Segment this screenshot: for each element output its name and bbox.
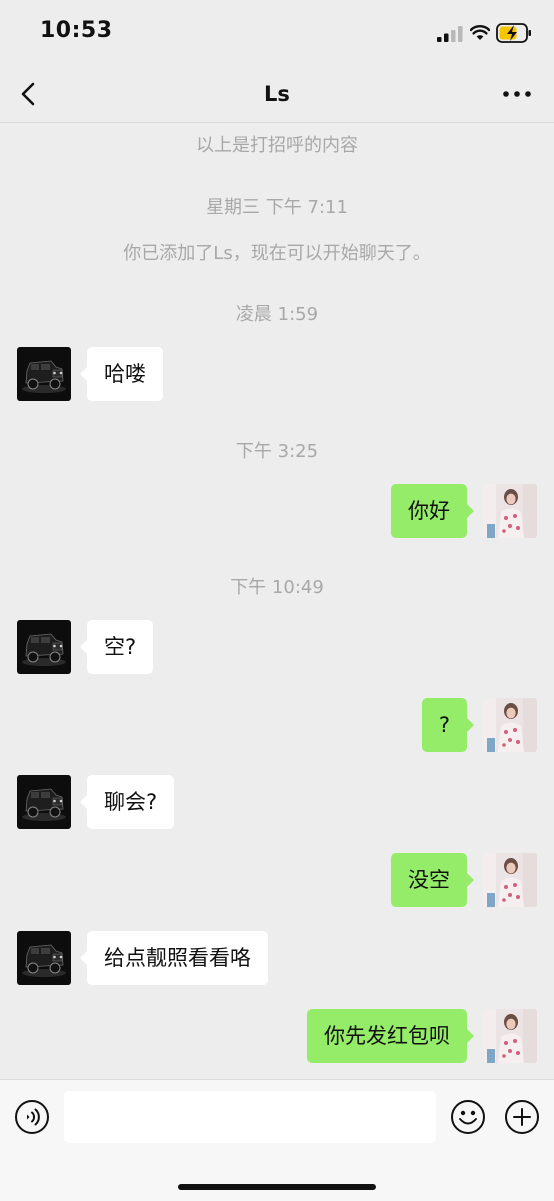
user-avatar[interactable] xyxy=(483,484,537,538)
plus-icon[interactable] xyxy=(504,1099,540,1135)
greeting-note: 以上是打招呼的内容 xyxy=(196,135,358,156)
incoming-message[interactable]: 聊会? xyxy=(79,775,175,829)
outgoing-message[interactable]: 没空 xyxy=(391,853,474,907)
user-avatar[interactable] xyxy=(483,853,537,907)
timestamp: 星期三 下午 7:11 xyxy=(206,197,348,218)
user-avatar[interactable] xyxy=(483,698,537,752)
wifi-icon xyxy=(470,25,490,40)
outgoing-message[interactable]: ? xyxy=(421,698,475,752)
cellular-signal-icon xyxy=(437,26,463,42)
message-input[interactable] xyxy=(64,1091,436,1143)
contact-avatar[interactable] xyxy=(17,620,71,674)
battery-charging-icon xyxy=(496,23,531,43)
message-input-bar xyxy=(0,1079,554,1201)
contact-avatar[interactable] xyxy=(17,347,71,401)
timestamp: 下午 3:25 xyxy=(235,441,319,462)
home-indicator xyxy=(178,1184,376,1190)
status-bar: 10:53 xyxy=(0,0,554,68)
outgoing-message[interactable]: 你好 xyxy=(391,484,474,538)
incoming-message[interactable]: 给点靓照看看咯 xyxy=(80,931,268,985)
chat-header: Ls xyxy=(0,68,554,123)
status-time: 10:53 xyxy=(40,18,113,43)
contact-avatar[interactable] xyxy=(17,931,71,985)
timestamp: 凌晨 1:59 xyxy=(235,304,319,325)
voice-icon[interactable] xyxy=(14,1099,50,1135)
friend-added-notice: 你已添加了Ls，现在可以开始聊天了。 xyxy=(123,243,431,264)
user-avatar[interactable] xyxy=(483,1009,537,1063)
chat-title: Ls xyxy=(264,82,290,106)
outgoing-message[interactable]: 你先发红包呗 xyxy=(307,1009,474,1063)
emoji-icon[interactable] xyxy=(450,1099,486,1135)
incoming-message[interactable]: 空? xyxy=(79,620,154,674)
incoming-message[interactable]: 哈喽 xyxy=(80,347,163,401)
contact-avatar[interactable] xyxy=(17,775,71,829)
timestamp: 下午 10:49 xyxy=(230,577,324,598)
more-dots-icon[interactable] xyxy=(498,82,536,106)
